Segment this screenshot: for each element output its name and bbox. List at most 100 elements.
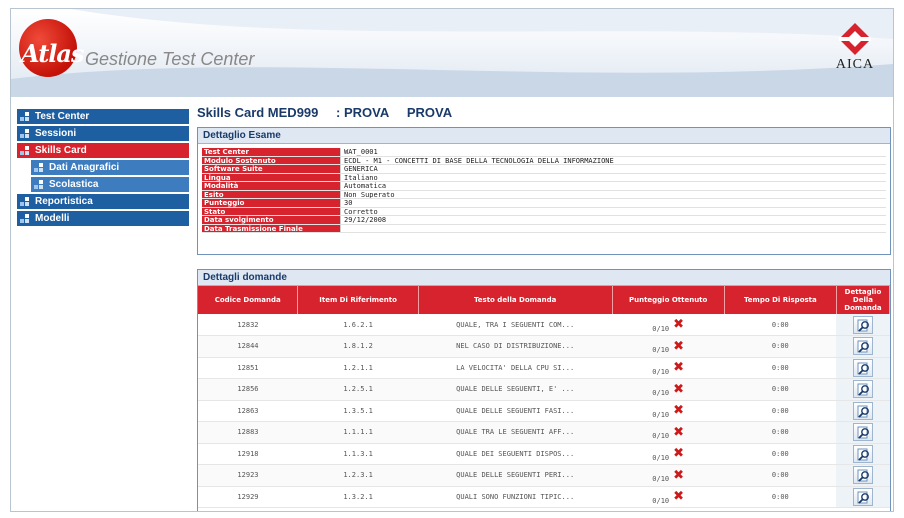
question-text: QUALE DEI SEGUENTI DISPOS... [418, 443, 613, 465]
exam-row: Modulo Sostenuto ECDL - M1 - CONCETTI DI … [202, 156, 886, 165]
question-time: 0:00 [724, 335, 837, 358]
nav-squares-icon [34, 163, 45, 173]
question-detail-cell [836, 421, 890, 444]
question-text: NEL CASO DI DISTRIBUZIONE... [418, 335, 613, 358]
x-mark-icon: ✖ [673, 338, 685, 354]
column-header: Tempo Di Risposta [724, 286, 837, 314]
exam-row: Data svolgimento 29/12/2008 [202, 216, 886, 225]
question-text: LA VELOCITA' DELLA CPU SI... [418, 357, 613, 379]
table-row: 12883 1.1.1.1 QUALE TRA LE SEGUENTI AFF...… [198, 421, 890, 444]
sidebar-item-label: Test Center [35, 111, 90, 122]
question-score: 0/10 ✖ [612, 421, 725, 444]
candidate-surname: : PROVA [336, 105, 390, 120]
question-score: 0/10 ✖ [612, 443, 725, 465]
view-question-detail-button[interactable] [852, 487, 873, 506]
nav-squares-icon [20, 197, 31, 207]
exam-field-value: GENERICA [340, 165, 886, 173]
sidebar-item-scolastica[interactable]: Scolastica [31, 177, 189, 192]
sidebar-item-reportistica[interactable]: Reportistica [17, 194, 189, 209]
question-item: 1.3.2.1 [297, 486, 419, 508]
question-score: 0/10 ✖ [612, 464, 725, 487]
aica-logo-text: AICA [835, 57, 875, 72]
exam-row: Punteggio 30 [202, 199, 886, 208]
app-window: Atlas Gestione Test Center AICA Test Cen… [10, 8, 894, 512]
table-row: 12832 1.6.2.1 QUALE, TRA I SEGUENTI COM...… [198, 314, 890, 336]
sidebar-item-skills-card[interactable]: Skills Card [17, 143, 189, 158]
exam-field-label: Test Center [202, 148, 340, 156]
question-code: 12929 [198, 486, 298, 508]
question-time: 0:00 [724, 443, 837, 465]
question-detail-cell [836, 464, 890, 487]
question-code: 12856 [198, 378, 298, 401]
exam-row: Esito Non Superato [202, 190, 886, 199]
score-value: 0/10 [652, 453, 670, 462]
exam-field-value: ECDL - M1 - CONCETTI DI BASE DELLA TECNO… [340, 156, 886, 164]
header-banner: Atlas Gestione Test Center AICA [11, 9, 893, 97]
score-value: 0/10 [652, 475, 670, 484]
exam-field-label: Modulo Sostenuto [202, 156, 340, 164]
score-value: 0/10 [652, 496, 670, 505]
question-time: 0:00 [724, 314, 837, 336]
questions-panel: Dettagli domande Codice Domanda Item Di R… [197, 269, 891, 511]
view-question-detail-button[interactable] [852, 444, 873, 463]
sidebar-item-label: Sessioni [35, 128, 77, 139]
exam-field-label: Esito [202, 190, 340, 198]
question-detail-cell [836, 357, 890, 379]
nav-squares-icon [20, 146, 31, 156]
x-mark-icon: ✖ [673, 317, 685, 332]
exam-field-value: 29/12/2008 [340, 216, 886, 224]
exam-row: Lingua Italiano [202, 173, 886, 182]
view-question-detail-button[interactable] [852, 358, 873, 377]
sidebar-item-modelli[interactable]: Modelli [17, 211, 189, 226]
question-code: 12844 [198, 335, 298, 358]
sidebar-item-label: Dati Anagrafici [49, 162, 120, 173]
column-header: Punteggio Ottenuto [612, 286, 725, 314]
app-title: Gestione Test Center [85, 49, 255, 69]
column-header: Codice Domanda [198, 286, 299, 314]
question-score: 0/10 ✖ [612, 378, 725, 401]
question-score: 0/10 ✖ [612, 335, 725, 358]
x-mark-icon: ✖ [673, 446, 685, 462]
exam-field-label: Stato [202, 207, 340, 215]
view-question-detail-button[interactable] [852, 401, 873, 420]
view-question-detail-button[interactable] [852, 466, 873, 485]
question-time: 0:00 [724, 357, 837, 379]
questions-body: 12832 1.6.2.1 QUALE, TRA I SEGUENTI COM...… [198, 314, 890, 508]
column-header: Item Di Riferimento [297, 286, 419, 314]
view-question-detail-button[interactable] [852, 380, 873, 399]
table-row: 12856 1.2.5.1 QUALE DELLE SEGUENTI, E' ...… [198, 378, 890, 401]
exam-field-label: Data svolgimento [202, 216, 340, 224]
question-text: QUALE DELLE SEGUENTI, E' ... [418, 378, 613, 401]
questions-table: Codice Domanda Item Di Riferimento Testo d… [198, 286, 890, 508]
question-detail-cell [836, 314, 890, 336]
questions-title: Dettagli domande [198, 270, 890, 286]
question-item: 1.1.1.1 [297, 421, 419, 444]
exam-row: Stato Corretto [202, 207, 886, 216]
question-code: 12918 [198, 443, 298, 465]
question-item: 1.2.3.1 [297, 464, 419, 487]
question-text: QUALE TRA LE SEGUENTI AFF... [418, 421, 613, 444]
view-question-detail-button[interactable] [852, 315, 873, 334]
table-row: 12844 1.8.1.2 NEL CASO DI DISTRIBUZIONE...… [198, 335, 890, 358]
table-row: 12929 1.3.2.1 QUALI SONO FUNZIONI TIPIC...… [198, 486, 890, 508]
view-question-detail-button[interactable] [852, 337, 873, 356]
exam-detail-title: Dettaglio Esame [198, 128, 890, 144]
question-text: QUALE DELLE SEGUENTI PERI... [418, 464, 613, 487]
question-score: 0/10 ✖ [612, 314, 725, 336]
question-code: 12883 [198, 421, 298, 444]
sidebar-item-sessioni[interactable]: Sessioni [17, 126, 189, 141]
exam-field-label: Data Trasmissione Finale [202, 224, 340, 232]
sidebar-item-test-center[interactable]: Test Center [17, 109, 189, 124]
nav-squares-icon [20, 112, 31, 122]
x-mark-icon: ✖ [673, 360, 685, 376]
question-time: 0:00 [724, 421, 837, 444]
question-item: 1.8.1.2 [297, 335, 419, 358]
page-title: Skills Card MED999 : PROVA PROVA [197, 105, 891, 123]
question-item: 1.3.5.1 [297, 400, 419, 422]
view-question-detail-button[interactable] [852, 423, 873, 442]
sidebar-item-dati-anagrafici[interactable]: Dati Anagrafici [31, 160, 189, 175]
nav-squares-icon [20, 129, 31, 139]
sidebar-item-label: Skills Card [35, 145, 87, 156]
atlas-logo: Atlas [21, 39, 84, 68]
exam-field-value: Automatica [340, 182, 886, 190]
